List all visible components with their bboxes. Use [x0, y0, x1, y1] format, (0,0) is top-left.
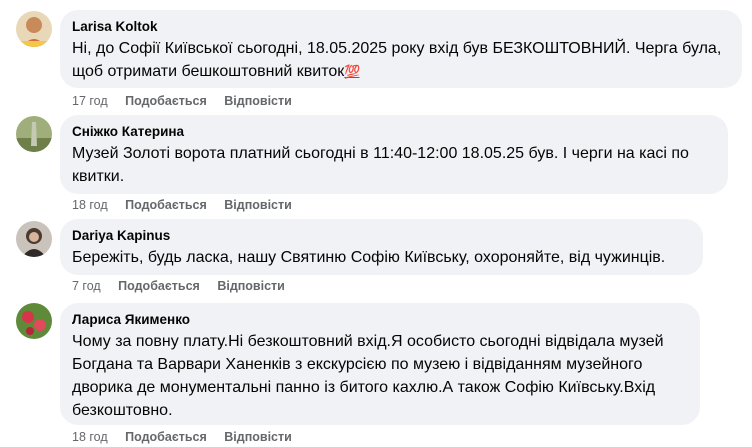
comment-author[interactable]: Сніжко Катерина: [72, 123, 716, 140]
comment-author[interactable]: Dariya Kapinus: [72, 227, 691, 244]
comment-text: Музей Золоті ворота платний сьогодні в 1…: [72, 145, 689, 185]
comment-time[interactable]: 7 год: [72, 279, 101, 293]
comment-bubble: Сніжко Катерина Музей Золоті ворота плат…: [60, 115, 728, 194]
comment-bubble: Larisa Koltok Ні, до Софії Київської сьо…: [60, 10, 742, 88]
comment-author[interactable]: Larisa Koltok: [72, 18, 730, 35]
avatar-image: [16, 221, 52, 257]
like-button[interactable]: Подобається: [118, 279, 200, 293]
avatar-image: [16, 303, 52, 339]
avatar-image: [16, 116, 52, 152]
comment-time[interactable]: 18 год: [72, 430, 108, 444]
avatar[interactable]: [16, 221, 52, 257]
comment-text: Чому за повну плату.Ні безкоштовний вхід…: [72, 333, 664, 419]
comment-text: Бережіть, будь ласка, нашу Святиню Софію…: [72, 249, 666, 266]
comment-bubble: Лариса Якименко Чому за повну плату.Ні б…: [60, 303, 700, 425]
comment-time[interactable]: 17 год: [72, 94, 108, 108]
avatar[interactable]: [16, 116, 52, 152]
comment-text-content: Ні, до Софії Київської сьогодні, 18.05.2…: [72, 40, 722, 80]
comment-text: Ні, до Софії Київської сьогодні, 18.05.2…: [72, 37, 730, 83]
like-button[interactable]: Подобається: [125, 94, 207, 108]
comment-actions: 7 год Подобається Відповісти: [72, 278, 299, 294]
reply-button[interactable]: Відповісти: [224, 94, 292, 108]
comment-actions: 18 год Подобається Відповісти: [72, 429, 306, 445]
comment-actions: 17 год Подобається Відповісти: [72, 93, 306, 109]
avatar-image: [16, 11, 52, 47]
reply-button[interactable]: Відповісти: [224, 430, 292, 444]
reply-button[interactable]: Відповісти: [224, 198, 292, 212]
avatar[interactable]: [16, 303, 52, 339]
hundred-points-emoji-icon: 💯: [344, 64, 360, 79]
comment-actions: 18 год Подобається Відповісти: [72, 197, 306, 213]
like-button[interactable]: Подобається: [125, 430, 207, 444]
avatar[interactable]: [16, 11, 52, 47]
like-button[interactable]: Подобається: [125, 198, 207, 212]
comment-bubble: Dariya Kapinus Бережіть, будь ласка, наш…: [60, 219, 703, 275]
comment-time[interactable]: 18 год: [72, 198, 108, 212]
reply-button[interactable]: Відповісти: [217, 279, 285, 293]
comment-author[interactable]: Лариса Якименко: [72, 311, 688, 328]
